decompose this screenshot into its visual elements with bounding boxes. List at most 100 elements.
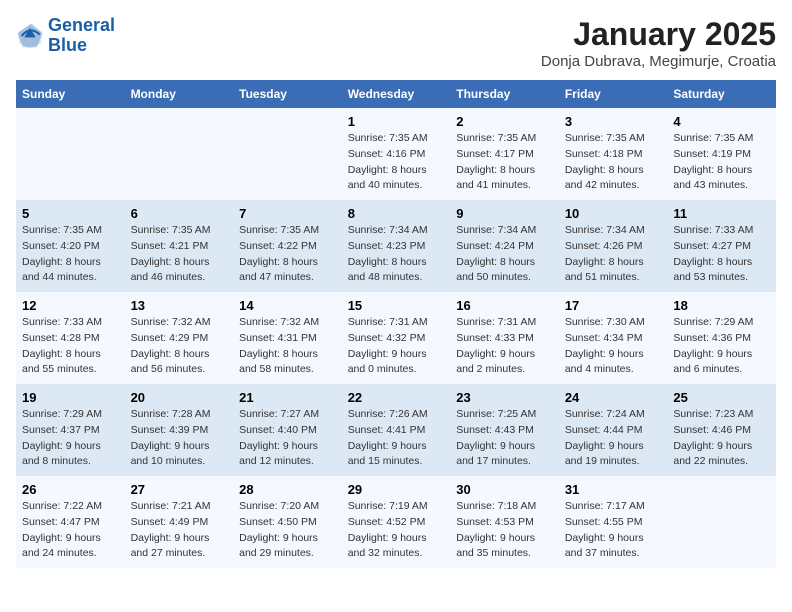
header-wednesday: Wednesday: [342, 80, 451, 108]
days-of-week-row: Sunday Monday Tuesday Wednesday Thursday…: [16, 80, 776, 108]
logo-icon: [16, 22, 44, 50]
day-info: Sunrise: 7:35 AM Sunset: 4:20 PM Dayligh…: [22, 223, 119, 286]
logo-text: General Blue: [48, 16, 115, 56]
day-number: 31: [565, 482, 662, 497]
week-row-3: 12 Sunrise: 7:33 AM Sunset: 4:28 PM Dayli…: [16, 292, 776, 384]
calendar-cell: 26 Sunrise: 7:22 AM Sunset: 4:47 PM Dayli…: [16, 476, 125, 568]
calendar-cell: 18Sunrise: 7:29 AM Sunset: 4:36 PM Dayli…: [667, 292, 776, 384]
calendar-cell: 31 Sunrise: 7:17 AM Sunset: 4:55 PM Dayli…: [559, 476, 668, 568]
day-number: 29: [348, 482, 445, 497]
calendar-title: January 2025: [541, 16, 776, 53]
day-number: 3: [565, 114, 662, 129]
calendar-cell: [16, 108, 125, 200]
calendar-cell: 20Sunrise: 7:28 AM Sunset: 4:39 PM Dayli…: [125, 384, 234, 476]
calendar-cell: 5 Sunrise: 7:35 AM Sunset: 4:20 PM Daylig…: [16, 200, 125, 292]
day-info: Sunrise: 7:20 AM Sunset: 4:50 PM Dayligh…: [239, 499, 336, 562]
day-info: Sunrise: 7:32 AM Sunset: 4:31 PM Dayligh…: [239, 315, 336, 378]
day-info: Sunrise: 7:30 AM Sunset: 4:34 PM Dayligh…: [565, 315, 662, 378]
day-info: Sunrise: 7:35 AM Sunset: 4:17 PM Dayligh…: [456, 131, 553, 194]
day-info: Sunrise: 7:35 AM Sunset: 4:21 PM Dayligh…: [131, 223, 228, 286]
header-tuesday: Tuesday: [233, 80, 342, 108]
calendar-cell: 22 Sunrise: 7:26 AM Sunset: 4:41 PM Dayli…: [342, 384, 451, 476]
day-info: Sunrise: 7:35 AM Sunset: 4:18 PM Dayligh…: [565, 131, 662, 194]
day-number: 12: [22, 298, 119, 313]
calendar-cell: 23Sunrise: 7:25 AM Sunset: 4:43 PM Dayli…: [450, 384, 559, 476]
day-info: Sunrise: 7:35 AM Sunset: 4:19 PM Dayligh…: [673, 131, 770, 194]
day-info: Sunrise: 7:24 AM Sunset: 4:44 PM Dayligh…: [565, 407, 662, 470]
day-number: 20: [131, 390, 228, 405]
calendar-body: 1 Sunrise: 7:35 AM Sunset: 4:16 PM Daylig…: [16, 108, 776, 568]
day-number: 21: [239, 390, 336, 405]
day-number: 22: [348, 390, 445, 405]
day-info: Sunrise: 7:29 AM Sunset: 4:37 PM Dayligh…: [22, 407, 119, 470]
calendar-cell: 3 Sunrise: 7:35 AM Sunset: 4:18 PM Daylig…: [559, 108, 668, 200]
day-info: Sunrise: 7:34 AM Sunset: 4:23 PM Dayligh…: [348, 223, 445, 286]
day-number: 30: [456, 482, 553, 497]
calendar-cell: 10 Sunrise: 7:34 AM Sunset: 4:26 PM Dayli…: [559, 200, 668, 292]
day-number: 1: [348, 114, 445, 129]
day-number: 7: [239, 206, 336, 221]
day-info: Sunrise: 7:33 AM Sunset: 4:28 PM Dayligh…: [22, 315, 119, 378]
calendar-cell: 29 Sunrise: 7:19 AM Sunset: 4:52 PM Dayli…: [342, 476, 451, 568]
day-number: 10: [565, 206, 662, 221]
day-info: Sunrise: 7:31 AM Sunset: 4:33 PM Dayligh…: [456, 315, 553, 378]
page-header: General Blue January 2025 Donja Dubrava,…: [16, 16, 776, 70]
calendar-cell: 1 Sunrise: 7:35 AM Sunset: 4:16 PM Daylig…: [342, 108, 451, 200]
day-info: Sunrise: 7:22 AM Sunset: 4:47 PM Dayligh…: [22, 499, 119, 562]
day-number: 27: [131, 482, 228, 497]
calendar-cell: 9 Sunrise: 7:34 AM Sunset: 4:24 PM Daylig…: [450, 200, 559, 292]
calendar-cell: 19Sunrise: 7:29 AM Sunset: 4:37 PM Dayli…: [16, 384, 125, 476]
day-info: Sunrise: 7:32 AM Sunset: 4:29 PM Dayligh…: [131, 315, 228, 378]
day-number: 17: [565, 298, 662, 313]
calendar-cell: [667, 476, 776, 568]
calendar-cell: 4 Sunrise: 7:35 AM Sunset: 4:19 PM Daylig…: [667, 108, 776, 200]
calendar-cell: 30Sunrise: 7:18 AM Sunset: 4:53 PM Dayli…: [450, 476, 559, 568]
calendar-subtitle: Donja Dubrava, Megimurje, Croatia: [541, 53, 776, 70]
day-number: 26: [22, 482, 119, 497]
day-info: Sunrise: 7:31 AM Sunset: 4:32 PM Dayligh…: [348, 315, 445, 378]
calendar-cell: 13 Sunrise: 7:32 AM Sunset: 4:29 PM Dayli…: [125, 292, 234, 384]
calendar-cell: 15Sunrise: 7:31 AM Sunset: 4:32 PM Dayli…: [342, 292, 451, 384]
week-row-4: 19Sunrise: 7:29 AM Sunset: 4:37 PM Dayli…: [16, 384, 776, 476]
day-number: 25: [673, 390, 770, 405]
calendar-cell: 7 Sunrise: 7:35 AM Sunset: 4:22 PM Daylig…: [233, 200, 342, 292]
day-number: 2: [456, 114, 553, 129]
day-info: Sunrise: 7:19 AM Sunset: 4:52 PM Dayligh…: [348, 499, 445, 562]
week-row-1: 1 Sunrise: 7:35 AM Sunset: 4:16 PM Daylig…: [16, 108, 776, 200]
calendar-cell: 12 Sunrise: 7:33 AM Sunset: 4:28 PM Dayli…: [16, 292, 125, 384]
day-info: Sunrise: 7:33 AM Sunset: 4:27 PM Dayligh…: [673, 223, 770, 286]
day-number: 5: [22, 206, 119, 221]
title-block: January 2025 Donja Dubrava, Megimurje, C…: [541, 16, 776, 70]
calendar-cell: 25 Sunrise: 7:23 AM Sunset: 4:46 PM Dayli…: [667, 384, 776, 476]
day-info: Sunrise: 7:34 AM Sunset: 4:24 PM Dayligh…: [456, 223, 553, 286]
calendar-table: Sunday Monday Tuesday Wednesday Thursday…: [16, 80, 776, 568]
calendar-cell: [233, 108, 342, 200]
calendar-cell: 24 Sunrise: 7:24 AM Sunset: 4:44 PM Dayli…: [559, 384, 668, 476]
day-number: 16: [456, 298, 553, 313]
calendar-header: Sunday Monday Tuesday Wednesday Thursday…: [16, 80, 776, 108]
calendar-cell: [125, 108, 234, 200]
day-info: Sunrise: 7:35 AM Sunset: 4:16 PM Dayligh…: [348, 131, 445, 194]
day-number: 28: [239, 482, 336, 497]
day-number: 9: [456, 206, 553, 221]
day-number: 24: [565, 390, 662, 405]
day-number: 14: [239, 298, 336, 313]
day-number: 18: [673, 298, 770, 313]
day-info: Sunrise: 7:25 AM Sunset: 4:43 PM Dayligh…: [456, 407, 553, 470]
week-row-2: 5 Sunrise: 7:35 AM Sunset: 4:20 PM Daylig…: [16, 200, 776, 292]
logo: General Blue: [16, 16, 115, 56]
calendar-cell: 21 Sunrise: 7:27 AM Sunset: 4:40 PM Dayli…: [233, 384, 342, 476]
day-number: 4: [673, 114, 770, 129]
day-info: Sunrise: 7:23 AM Sunset: 4:46 PM Dayligh…: [673, 407, 770, 470]
calendar-cell: 6Sunrise: 7:35 AM Sunset: 4:21 PM Daylig…: [125, 200, 234, 292]
day-info: Sunrise: 7:35 AM Sunset: 4:22 PM Dayligh…: [239, 223, 336, 286]
day-info: Sunrise: 7:26 AM Sunset: 4:41 PM Dayligh…: [348, 407, 445, 470]
day-info: Sunrise: 7:17 AM Sunset: 4:55 PM Dayligh…: [565, 499, 662, 562]
header-sunday: Sunday: [16, 80, 125, 108]
header-friday: Friday: [559, 80, 668, 108]
calendar-cell: 8Sunrise: 7:34 AM Sunset: 4:23 PM Daylig…: [342, 200, 451, 292]
header-thursday: Thursday: [450, 80, 559, 108]
day-info: Sunrise: 7:34 AM Sunset: 4:26 PM Dayligh…: [565, 223, 662, 286]
day-number: 13: [131, 298, 228, 313]
day-info: Sunrise: 7:27 AM Sunset: 4:40 PM Dayligh…: [239, 407, 336, 470]
